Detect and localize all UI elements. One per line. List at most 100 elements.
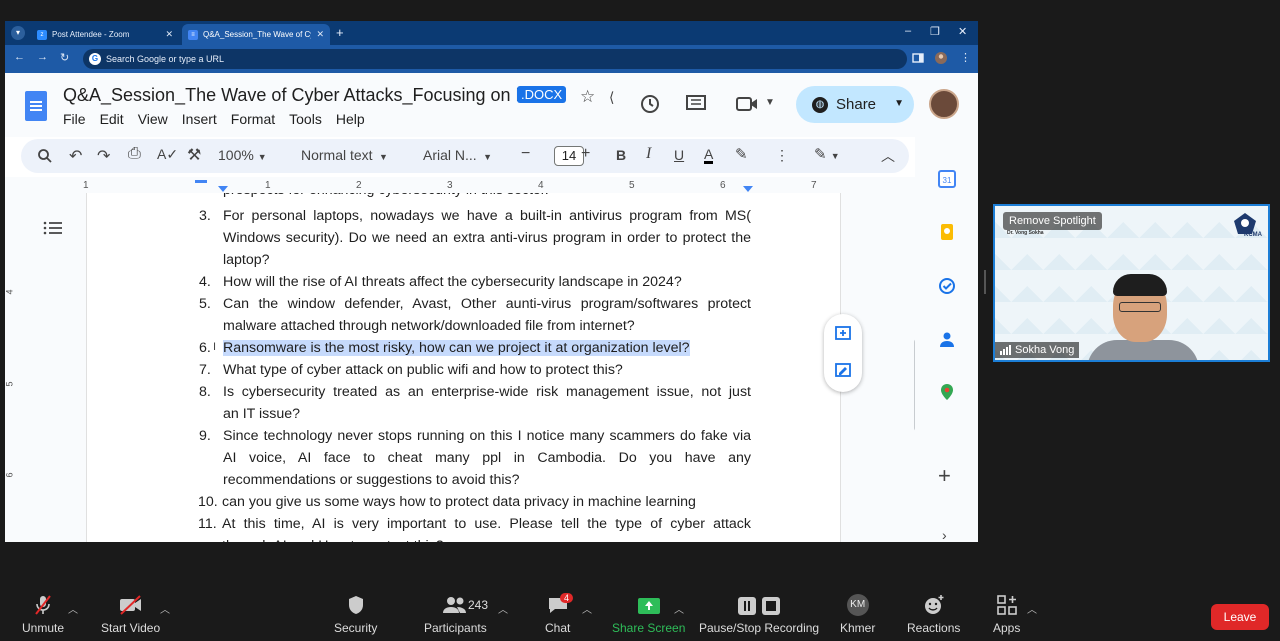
menu-file[interactable]: File <box>63 111 86 127</box>
close-tab-icon[interactable]: ✕ <box>165 29 173 40</box>
decrease-font-icon[interactable]: − <box>521 145 530 163</box>
increase-font-icon[interactable]: + <box>581 145 590 163</box>
address-bar[interactable]: G Search Google or type a URL <box>83 49 907 69</box>
video-options-caret-icon[interactable]: ︿ <box>160 601 170 616</box>
document-outline-icon[interactable] <box>43 221 63 235</box>
font-size-input[interactable]: 14 <box>554 146 584 166</box>
add-comment-icon[interactable] <box>834 325 852 343</box>
right-indent-marker[interactable] <box>743 186 753 192</box>
text-color-button[interactable]: A <box>704 147 714 164</box>
version-history-icon[interactable] <box>639 93 661 115</box>
question-text: an IT issue? <box>223 403 751 425</box>
move-icon[interactable]: ⟨ <box>609 89 614 106</box>
close-tab-icon[interactable]: ✕ <box>316 29 324 40</box>
audio-options-caret-icon[interactable]: ︿ <box>68 601 78 616</box>
share-button[interactable]: ◍ Share ▼ <box>796 86 914 123</box>
unmute-button[interactable]: Unmute <box>22 589 64 641</box>
bold-button[interactable]: B <box>616 147 626 163</box>
profile-avatar-icon[interactable] <box>934 51 948 65</box>
get-addons-icon[interactable]: + <box>938 463 951 489</box>
calendar-icon[interactable]: 31 <box>938 170 956 188</box>
side-panel-icon[interactable] <box>911 51 925 65</box>
spotlight-video[interactable]: Remove Spotlight Dr. Vong Sokha KCMA Sok… <box>993 204 1270 362</box>
tab-docs[interactable]: ≡ Q&A_Session_The Wave of Cyb ✕ <box>182 24 330 45</box>
search-menus-icon[interactable] <box>37 148 53 164</box>
ruler-number: 2 <box>356 180 362 191</box>
participants-button[interactable]: Participants <box>424 589 487 641</box>
style-select[interactable]: Normal text ▼ <box>301 147 388 163</box>
minimize-icon[interactable]: – <box>905 25 911 37</box>
expand-panel-icon[interactable]: › <box>942 527 947 542</box>
menu-format[interactable]: Format <box>231 111 275 127</box>
docs-logo-icon[interactable] <box>25 91 47 121</box>
menu-edit[interactable]: Edit <box>100 111 124 127</box>
maps-icon[interactable] <box>938 383 956 401</box>
restore-icon[interactable]: ❐ <box>930 25 940 38</box>
start-video-button[interactable]: Start Video <box>101 589 160 641</box>
remove-spotlight-button[interactable]: Remove Spotlight <box>1003 212 1102 230</box>
khmer-avatar: KM <box>846 594 869 616</box>
spellcheck-icon[interactable]: A✓ <box>157 146 178 163</box>
question-line: Ransomware is the most risky, how can we… <box>223 340 690 356</box>
menu-help[interactable]: Help <box>336 111 365 127</box>
menu-dots-icon[interactable]: ⋮ <box>960 51 971 64</box>
list-item: through AI and How to protect this? <box>199 535 751 542</box>
menu-insert[interactable]: Insert <box>182 111 217 127</box>
apps-button[interactable]: Apps <box>993 589 1020 641</box>
more-tools-icon[interactable]: ⋮ <box>775 147 789 164</box>
new-tab-icon[interactable]: + <box>336 25 344 40</box>
signal-icon <box>1000 345 1011 355</box>
close-window-icon[interactable]: ✕ <box>958 25 967 38</box>
apps-caret-icon[interactable]: ︿ <box>1027 601 1037 616</box>
reload-icon[interactable]: ↻ <box>60 51 69 64</box>
italic-button[interactable]: I <box>646 145 651 163</box>
menu-view[interactable]: View <box>138 111 168 127</box>
chat-caret-icon[interactable]: ︿ <box>582 601 592 616</box>
share-caret-icon[interactable]: ︿ <box>674 601 684 616</box>
document-canvas: 4 5 6 prospects for enhancing cybersecur… <box>5 193 915 542</box>
redo-icon[interactable]: ↷ <box>97 146 110 166</box>
left-indent-marker[interactable] <box>218 186 228 192</box>
question-list[interactable]: prospects for enhancing cybersecurity in… <box>198 193 751 542</box>
meet-camera-icon[interactable] <box>735 95 759 113</box>
undo-icon[interactable]: ↶ <box>69 146 82 166</box>
recording-button[interactable]: Pause/Stop Recording <box>699 589 819 641</box>
collapse-toolbar-icon[interactable]: ︿ <box>881 146 895 166</box>
tab-search-icon[interactable]: ▾ <box>11 26 25 40</box>
horizontal-ruler: 1 1 2 3 4 5 6 7 <box>5 177 915 193</box>
security-button[interactable]: Security <box>334 589 377 641</box>
document-title[interactable]: Q&A_Session_The Wave of Cyber Attacks_Fo… <box>63 85 540 106</box>
user-avatar[interactable] <box>929 89 959 119</box>
forward-icon[interactable]: → <box>37 51 48 63</box>
underline-button[interactable]: U <box>674 147 684 163</box>
chat-badge: 4 <box>560 593 574 603</box>
participant-glasses <box>1119 302 1161 312</box>
highlight-icon[interactable]: ✎ <box>735 145 748 163</box>
khmer-button[interactable]: KM Khmer <box>840 589 875 641</box>
meet-caret-icon[interactable]: ▼ <box>765 97 775 108</box>
paint-format-icon[interactable]: ⚒ <box>187 145 201 165</box>
star-icon[interactable]: ☆ <box>580 87 595 107</box>
zoom-select[interactable]: 100% ▼ <box>218 147 267 163</box>
participants-caret-icon[interactable]: ︿ <box>498 601 508 616</box>
reactions-button[interactable]: Reactions <box>907 589 960 641</box>
contacts-icon[interactable] <box>938 330 956 348</box>
resize-handle[interactable] <box>984 270 986 294</box>
print-icon[interactable]: ⎙ <box>128 145 141 163</box>
list-number: 6. <box>199 340 211 356</box>
suggest-edit-icon[interactable] <box>834 362 852 380</box>
share-caret-icon[interactable]: ▼ <box>894 98 904 109</box>
back-icon[interactable]: ← <box>14 51 25 63</box>
docx-badge: .DOCX <box>517 86 567 103</box>
start-video-label: Start Video <box>101 621 161 635</box>
font-select[interactable]: Arial N... ▼ <box>423 147 492 163</box>
leave-button[interactable]: Leave <box>1211 604 1269 630</box>
keep-icon[interactable] <box>938 223 956 241</box>
menu-tools[interactable]: Tools <box>289 111 322 127</box>
editing-mode-icon[interactable]: ✎ ▼ <box>814 145 840 163</box>
first-line-indent-marker[interactable] <box>195 180 207 183</box>
comments-icon[interactable] <box>685 94 707 114</box>
tab-zoom[interactable]: z Post Attendee - Zoom ✕ <box>31 24 179 45</box>
docs-header: Q&A_Session_The Wave of Cyber Attacks_Fo… <box>5 73 978 137</box>
tasks-icon[interactable] <box>938 277 956 295</box>
